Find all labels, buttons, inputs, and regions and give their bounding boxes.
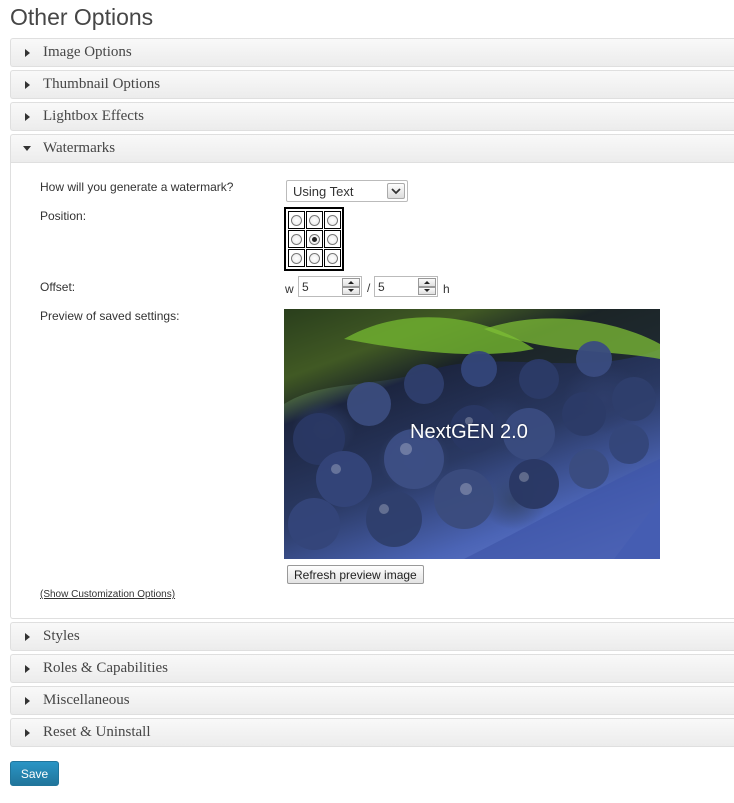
page-title: Other Options [10,4,154,30]
offset-height-stepper[interactable] [418,278,436,295]
radio-button[interactable] [291,214,302,226]
save-button[interactable]: Save [10,761,59,786]
watermark-source-select[interactable]: Using Text [286,180,408,202]
section-label: Reset & Uninstall [43,724,151,740]
offset-w-prefix: w [285,282,294,296]
position-top-center[interactable] [306,211,323,229]
position-grid [284,207,344,271]
section-lightbox-effects[interactable]: Lightbox Effects [10,102,734,131]
radio-button[interactable] [327,214,338,226]
section-label: Miscellaneous [43,692,130,708]
position-middle-right[interactable] [324,230,341,248]
show-customization-link[interactable]: (Show Customization Options) [40,589,175,600]
offset-separator: / [367,281,371,295]
watermark-text: NextGEN 2.0 [410,421,528,443]
generate-label: How will you generate a watermark? [40,180,234,194]
select-value: Using Text [293,183,354,199]
options-accordion: Image Options Thumbnail Options Lightbox… [10,38,734,750]
offset-h-suffix: h [443,282,450,296]
chevron-down-icon [387,183,405,199]
radio-button[interactable] [291,252,302,264]
position-center[interactable] [306,230,323,248]
section-label: Styles [43,628,80,644]
section-thumbnail-options[interactable]: Thumbnail Options [10,70,734,99]
caret-right-icon [25,112,30,121]
section-styles[interactable]: Styles [10,622,734,651]
position-middle-left[interactable] [288,230,305,248]
offset-height-value: 5 [378,279,385,294]
offset-label: Offset: [40,280,76,294]
decrement-icon[interactable] [418,286,436,295]
caret-down-icon [23,146,31,151]
position-label: Position: [40,209,87,223]
watermark-preview-image: NextGEN 2.0 [284,309,660,559]
position-bottom-right[interactable] [324,249,341,267]
radio-button-selected[interactable] [309,233,320,245]
position-bottom-left[interactable] [288,249,305,267]
position-top-left[interactable] [288,211,305,229]
section-label: Image Options [43,44,132,60]
preview-label: Preview of saved settings: [40,309,180,323]
increment-icon[interactable] [342,278,360,287]
watermarks-panel: How will you generate a watermark? Using… [10,163,734,619]
section-image-options[interactable]: Image Options [10,38,734,67]
caret-right-icon [25,664,30,673]
offset-width-input[interactable]: 5 [298,276,362,297]
offset-width-value: 5 [302,279,309,294]
radio-button[interactable] [309,214,320,226]
increment-icon[interactable] [418,278,436,287]
radio-button[interactable] [327,233,338,245]
caret-right-icon [25,80,30,89]
offset-height-input[interactable]: 5 [374,276,438,297]
section-roles-capabilities[interactable]: Roles & Capabilities [10,654,734,683]
offset-width-stepper[interactable] [342,278,360,295]
section-label: Lightbox Effects [43,108,144,124]
position-top-right[interactable] [324,211,341,229]
section-watermarks[interactable]: Watermarks [10,134,734,163]
caret-right-icon [25,696,30,705]
section-reset-uninstall[interactable]: Reset & Uninstall [10,718,734,747]
refresh-preview-button[interactable]: Refresh preview image [287,565,424,584]
radio-button[interactable] [291,233,302,245]
section-label: Roles & Capabilities [43,660,168,676]
section-label: Watermarks [43,140,116,156]
section-label: Thumbnail Options [43,76,161,92]
section-miscellaneous[interactable]: Miscellaneous [10,686,734,715]
caret-right-icon [25,48,30,57]
radio-button[interactable] [309,252,320,264]
caret-right-icon [25,632,30,641]
radio-button[interactable] [327,252,338,264]
decrement-icon[interactable] [342,286,360,295]
caret-right-icon [25,728,30,737]
position-bottom-center[interactable] [306,249,323,267]
